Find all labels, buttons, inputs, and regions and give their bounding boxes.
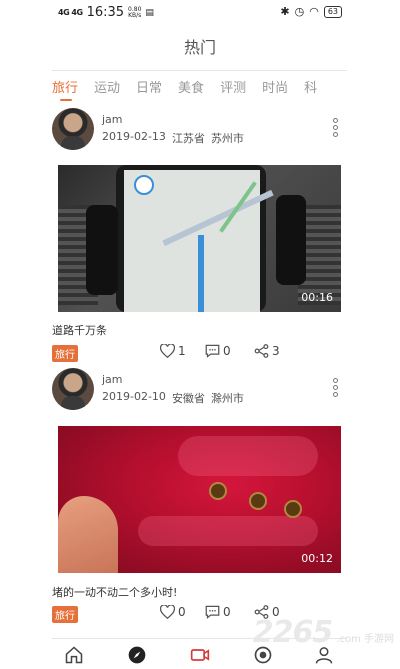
status-left: 4G 4G 16:35 0.80 KB/s ▤: [58, 5, 154, 20]
post-card: jam 2019-02-13 江苏省 苏州市 00:16 道路千万条 旅行 1 …: [52, 108, 347, 363]
category-tag[interactable]: 旅行: [52, 345, 78, 362]
video-camera-icon: [190, 649, 210, 661]
network-indicator: 4G 4G: [58, 8, 83, 17]
status-bar: 4G 4G 16:35 0.80 KB/s ▤ ✱ ◷ ◠ 63: [0, 0, 400, 26]
watermark-label: 手游网: [364, 634, 394, 645]
like-button[interactable]: 0: [160, 605, 186, 619]
post-date: 2019-02-13: [102, 130, 166, 143]
map-route: [198, 235, 204, 312]
video-thumbnail[interactable]: 00:12: [58, 426, 341, 573]
map-marker: [134, 175, 154, 195]
post-date: 2019-02-10: [102, 390, 166, 403]
tab-review[interactable]: 评测: [220, 71, 246, 105]
post-city: 滁州市: [210, 392, 244, 405]
phone-clip: [86, 205, 118, 295]
username[interactable]: jam: [102, 113, 123, 126]
heart-icon: [160, 344, 175, 358]
post-card: jam 2019-02-10 安徽省 滁州市 00:12 堵的一动不动二个多小时…: [52, 368, 347, 628]
watermark-suffix: .com: [336, 634, 361, 645]
category-tag[interactable]: 旅行: [52, 606, 78, 623]
coat-button: [284, 500, 302, 518]
coat-button: [249, 492, 267, 510]
more-options-icon[interactable]: [331, 118, 339, 137]
bluetooth-icon: ✱: [280, 5, 290, 18]
tab-food[interactable]: 美食: [178, 71, 204, 105]
post-province: 江苏省: [171, 132, 205, 145]
nav-discover[interactable]: [127, 645, 147, 665]
battery-indicator: 63: [323, 5, 342, 18]
comment-icon: [205, 605, 220, 619]
post-actions: 旅行 1 0 3: [52, 344, 347, 362]
wifi-icon: ◠: [309, 5, 319, 18]
share-count: 3: [272, 344, 280, 358]
notification-icon: ▤: [145, 7, 154, 18]
fabric-fold: [178, 436, 318, 476]
like-button[interactable]: 1: [160, 344, 186, 358]
share-button[interactable]: 3: [254, 344, 280, 358]
page-title: 热门: [183, 38, 216, 57]
phone-clip: [276, 195, 306, 285]
heart-icon: [160, 605, 175, 619]
post-meta: 2019-02-10 安徽省 滁州市: [102, 390, 244, 406]
avatar[interactable]: [52, 108, 94, 150]
network-speed-unit: KB/s: [128, 11, 142, 19]
status-right: ✱ ◷ ◠ 63: [280, 5, 342, 18]
alarm-icon: ◷: [294, 5, 305, 18]
video-duration: 00:16: [301, 291, 333, 304]
post-caption: 道路千万条: [52, 324, 107, 337]
tab-travel[interactable]: 旅行: [52, 71, 78, 105]
home-icon: [65, 646, 83, 664]
fabric-fold: [138, 516, 318, 546]
post-caption: 堵的一动不动二个多小时!: [52, 586, 178, 599]
post-province: 安徽省: [171, 392, 205, 405]
video-thumbnail[interactable]: 00:16: [58, 165, 341, 312]
comment-count: 0: [223, 344, 231, 358]
status-time: 16:35: [86, 5, 125, 20]
comment-icon: [205, 344, 220, 358]
network-speed: 0.80 KB/s: [128, 6, 142, 19]
like-count: 1: [178, 344, 186, 358]
like-count: 0: [178, 605, 186, 619]
avatar[interactable]: [52, 368, 94, 410]
post-meta: 2019-02-13 江苏省 苏州市: [102, 130, 244, 146]
comment-count: 0: [223, 605, 231, 619]
watermark: 2265 .com 手游网: [253, 615, 394, 650]
more-options-icon[interactable]: [331, 378, 339, 397]
tab-sports[interactable]: 运动: [94, 71, 120, 105]
category-tabs: 旅行 运动 日常 美食 评测 时尚 科: [52, 70, 347, 105]
nav-home[interactable]: [64, 645, 84, 665]
coat-button: [209, 482, 227, 500]
comment-button[interactable]: 0: [205, 344, 231, 358]
comment-button[interactable]: 0: [205, 605, 231, 619]
tab-daily[interactable]: 日常: [136, 71, 162, 105]
watermark-number: 2265: [252, 615, 333, 650]
username[interactable]: jam: [102, 373, 123, 386]
share-icon: [254, 344, 269, 358]
compass-icon: [128, 646, 146, 664]
watermark-text: .com 手游网: [336, 630, 394, 645]
nav-record[interactable]: [190, 645, 210, 665]
hand-graphic: [58, 496, 118, 573]
tab-fashion[interactable]: 时尚: [262, 71, 288, 105]
post-city: 苏州市: [210, 132, 244, 145]
tab-tech[interactable]: 科: [304, 71, 317, 105]
video-duration: 00:12: [301, 552, 333, 565]
